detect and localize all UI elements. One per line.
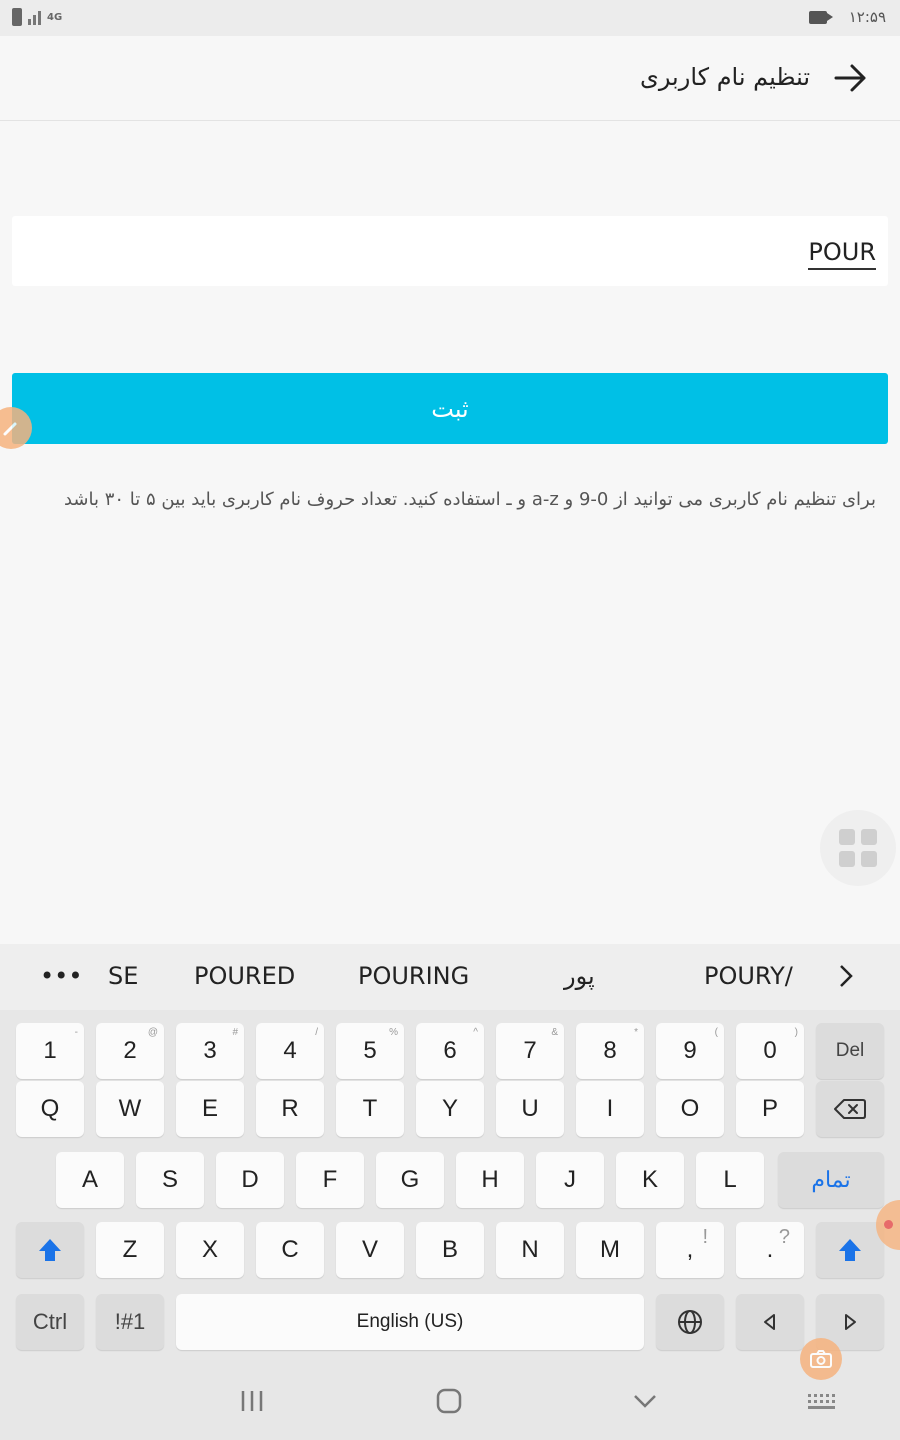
period-key[interactable]: .?: [736, 1222, 804, 1278]
language-key[interactable]: [656, 1294, 724, 1350]
shift-left-key[interactable]: [16, 1222, 84, 1278]
floating-camera-button[interactable]: [800, 1338, 842, 1380]
suggestion-bar: ••• SE POURED POURING پور POURY/: [0, 944, 900, 1010]
back-button[interactable]: [826, 54, 874, 102]
key-u[interactable]: U: [496, 1081, 564, 1137]
username-value: POUR: [808, 238, 876, 270]
key-0[interactable]: 0): [736, 1023, 804, 1079]
key-3[interactable]: 3 #: [176, 1023, 244, 1079]
key-z[interactable]: Z: [96, 1222, 164, 1278]
symbols-key[interactable]: !#1: [96, 1294, 164, 1350]
apps-grid-button[interactable]: [820, 810, 896, 886]
key-o[interactable]: O: [656, 1081, 724, 1137]
battery-icon: [12, 8, 22, 26]
key-1[interactable]: 1-: [16, 1023, 84, 1079]
chevron-right-icon: [840, 965, 853, 987]
more-options-button[interactable]: •••: [40, 962, 82, 990]
key-f[interactable]: F: [296, 1152, 364, 1208]
navigation-bar: [0, 1370, 900, 1440]
hide-keyboard-button[interactable]: [632, 1392, 658, 1414]
pen-icon: [3, 422, 17, 436]
status-left: 4G: [12, 8, 62, 26]
camera-icon: [810, 1350, 832, 1368]
key-t[interactable]: T: [336, 1081, 404, 1137]
cursor-left-key[interactable]: [736, 1294, 804, 1350]
shift-icon: [39, 1239, 61, 1261]
key-j[interactable]: J: [536, 1152, 604, 1208]
key-s[interactable]: S: [136, 1152, 204, 1208]
key-h[interactable]: H: [456, 1152, 524, 1208]
key-w[interactable]: W: [96, 1081, 164, 1137]
suggestion-item[interactable]: POURING: [358, 962, 469, 990]
key-9[interactable]: 9(: [656, 1023, 724, 1079]
key-n[interactable]: N: [496, 1222, 564, 1278]
page-title: تنظیم نام کاربری: [640, 63, 810, 91]
ctrl-key[interactable]: Ctrl: [16, 1294, 84, 1350]
key-p[interactable]: P: [736, 1081, 804, 1137]
key-e[interactable]: E: [176, 1081, 244, 1137]
key-6[interactable]: 6 ^: [416, 1023, 484, 1079]
key-7[interactable]: 7 &: [496, 1023, 564, 1079]
network-indicator: 4G: [47, 11, 63, 23]
key-m[interactable]: M: [576, 1222, 644, 1278]
keyboard-icon: [808, 1394, 835, 1409]
grid-icon: [839, 829, 855, 845]
shift-icon: [839, 1239, 861, 1261]
key-2[interactable]: 2 @: [96, 1023, 164, 1079]
key-g[interactable]: G: [376, 1152, 444, 1208]
key-l[interactable]: L: [696, 1152, 764, 1208]
space-key[interactable]: English (US): [176, 1294, 644, 1350]
chevron-down-icon: [634, 1395, 656, 1408]
username-input[interactable]: POUR: [12, 216, 888, 286]
enter-key[interactable]: تمام: [778, 1152, 884, 1208]
home-icon: [436, 1388, 462, 1414]
suggestion-item[interactable]: SE: [108, 962, 138, 990]
delete-key[interactable]: Del: [816, 1023, 884, 1079]
key-8[interactable]: 8 *: [576, 1023, 644, 1079]
backspace-icon: [834, 1099, 866, 1119]
status-right: ۱۲:۵۹: [808, 8, 886, 26]
screen-record-icon: [808, 10, 833, 24]
key-b[interactable]: B: [416, 1222, 484, 1278]
recents-icon: [241, 1391, 263, 1411]
key-k[interactable]: K: [616, 1152, 684, 1208]
status-bar: 4G ۱۲:۵۹: [0, 0, 900, 36]
app-bar: تنظیم نام کاربری: [0, 36, 900, 121]
caret-left-icon: [764, 1314, 775, 1330]
key-d[interactable]: D: [216, 1152, 284, 1208]
key-y[interactable]: Y: [416, 1081, 484, 1137]
suggestion-item[interactable]: POURED: [194, 962, 295, 990]
suggestion-item[interactable]: پور: [564, 962, 595, 990]
suggestion-item[interactable]: POURY/: [704, 962, 794, 990]
shift-right-key[interactable]: [816, 1222, 884, 1278]
globe-icon: [678, 1310, 702, 1334]
recents-button[interactable]: [240, 1388, 264, 1418]
signal-icon: [28, 9, 41, 25]
backspace-key[interactable]: [816, 1081, 884, 1137]
key-q[interactable]: Q: [16, 1081, 84, 1137]
arrow-right-icon: [834, 64, 866, 92]
comma-key[interactable]: ,!: [656, 1222, 724, 1278]
keyboard-switch-button[interactable]: [806, 1392, 838, 1416]
key-5[interactable]: 5%: [336, 1023, 404, 1079]
key-i[interactable]: I: [576, 1081, 644, 1137]
key-a[interactable]: A: [56, 1152, 124, 1208]
keyboard: 1- 2 @ 3 # 4/ 5% 6 ^ 7 & 8 * 9( 0) Del Q W E …: [0, 1010, 900, 1370]
key-r[interactable]: R: [256, 1081, 324, 1137]
clock: ۱۲:۵۹: [848, 8, 886, 26]
caret-right-icon: [845, 1314, 856, 1330]
key-x[interactable]: X: [176, 1222, 244, 1278]
submit-button[interactable]: ثبت: [12, 373, 888, 444]
suggestion-next-button[interactable]: [836, 962, 856, 996]
help-text: برای تنظیم نام کاربری می توانید از 0-9 و…: [63, 489, 876, 510]
key-c[interactable]: C: [256, 1222, 324, 1278]
key-v[interactable]: V: [336, 1222, 404, 1278]
home-button[interactable]: [436, 1388, 462, 1418]
key-4[interactable]: 4/: [256, 1023, 324, 1079]
